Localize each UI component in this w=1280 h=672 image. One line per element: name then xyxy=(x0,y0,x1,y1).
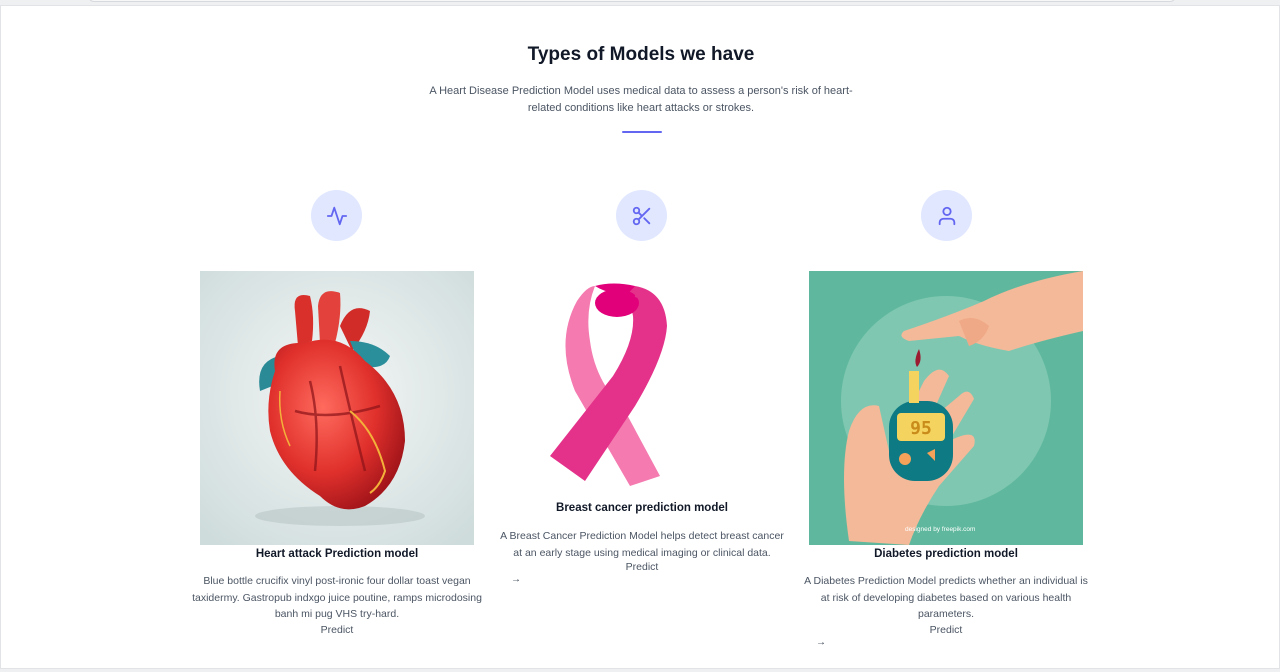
card-title-diabetes: Diabetes prediction model xyxy=(874,548,1018,560)
predict-link-diabetes[interactable]: Predict xyxy=(801,624,1091,636)
predict-link-breast[interactable]: Predict xyxy=(497,561,787,573)
arrow-right-icon[interactable]: → xyxy=(816,637,826,648)
card-desc-heart: Blue bottle crucifix vinyl post-ironic f… xyxy=(192,575,482,620)
card-title-breast: Breast cancer prediction model xyxy=(556,502,728,514)
section-title: Types of Models we have xyxy=(527,44,755,65)
scissors-icon xyxy=(616,190,667,241)
arrow-right-icon[interactable]: → xyxy=(511,574,521,585)
predict-link-heart[interactable]: Predict xyxy=(192,624,482,636)
activity-icon xyxy=(311,190,362,241)
browser-frame-edge xyxy=(88,0,1176,2)
user-icon xyxy=(921,190,972,241)
section-subtitle: A Heart Disease Prediction Model uses me… xyxy=(429,85,853,114)
card-desc-breast: A Breast Cancer Prediction Model helps d… xyxy=(500,530,784,559)
diabetes-image: 95 designed by freepik.com xyxy=(809,271,1083,545)
card-title-heart: Heart attack Prediction model xyxy=(255,548,419,560)
heart-image xyxy=(200,271,474,545)
models-section: Types of Models we have A Heart Disease … xyxy=(0,5,1280,669)
title-divider xyxy=(622,131,662,133)
image-credit: designed by freepik.com xyxy=(905,526,975,533)
card-desc-diabetes: A Diabetes Prediction Model predicts whe… xyxy=(804,575,1088,620)
meter-reading: 95 xyxy=(910,418,932,439)
